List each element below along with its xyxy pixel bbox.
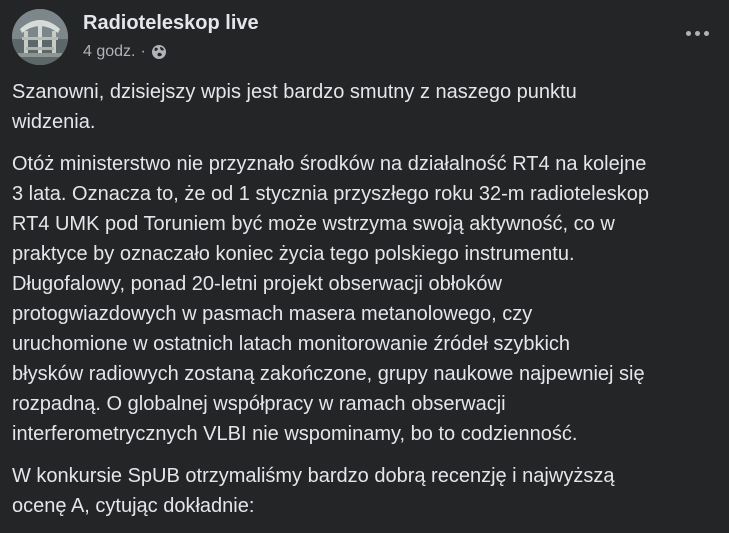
post-text-line: W konkursie SpUB otrzymaliśmy bardzo dob… <box>12 465 615 487</box>
radio-telescope-avatar-icon <box>12 9 68 65</box>
page-name-link[interactable]: Radioteleskop live <box>83 12 259 35</box>
post-text-line: rozpadną. O globalnej współpracy w ramac… <box>12 393 506 415</box>
post-text-line: ocenę A, cytując dokładnie: <box>12 495 255 517</box>
post-text-line: RT4 UMK pod Toruniem być może wstrzyma s… <box>12 213 615 235</box>
post-text-line: praktyce by oznaczało koniec życia tego … <box>12 243 575 265</box>
post-timestamp[interactable]: 4 godz. <box>83 43 135 61</box>
post-paragraph: W konkursie SpUB otrzymaliśmy bardzo dob… <box>12 461 717 521</box>
post-text-line: błysków radiowych zostaną zakończone, gr… <box>12 363 645 385</box>
post-paragraph: Szanowni, dzisiejszy wpis jest bardzo sm… <box>12 77 717 137</box>
post-body-text: Szanowni, dzisiejszy wpis jest bardzo sm… <box>12 77 717 533</box>
post-text-line: interferometrycznych VLBI nie wspominamy… <box>12 423 578 445</box>
post-paragraph: Otóż ministerstwo nie przyznało środków … <box>12 149 717 449</box>
post-header: Radioteleskop live 4 godz. · <box>12 9 717 65</box>
meta-separator: · <box>140 43 146 60</box>
post-text-line: protogwiazdowych w pasmach masera metano… <box>12 303 533 325</box>
post-options-button[interactable] <box>679 17 715 49</box>
post-text-line: widzenia. <box>12 111 96 133</box>
facebook-post: Radioteleskop live 4 godz. · Szanowni, d… <box>0 0 729 520</box>
post-meta: 4 godz. · <box>83 42 167 62</box>
globe-icon[interactable] <box>151 44 167 60</box>
post-text-line: 3 lata. Oznacza to, że od 1 stycznia prz… <box>12 183 649 205</box>
post-text-line: Otóż ministerstwo nie przyznało środków … <box>12 153 647 175</box>
post-text-line: Szanowni, dzisiejszy wpis jest bardzo sm… <box>12 81 577 103</box>
page-avatar[interactable] <box>12 9 68 65</box>
more-horizontal-icon <box>685 30 709 36</box>
post-text-line: uruchomione w ostatnich latach monitorow… <box>12 333 571 355</box>
post-text-line: Długofalowy, ponad 20-letni projekt obse… <box>12 273 502 295</box>
